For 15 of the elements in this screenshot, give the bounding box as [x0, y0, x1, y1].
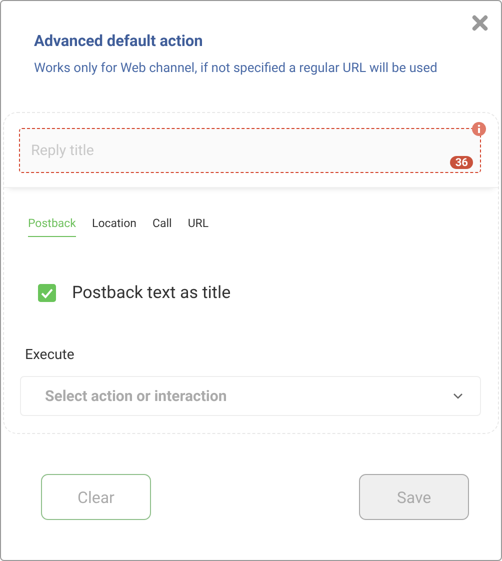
checkbox-label: Postback text as title [72, 283, 231, 303]
tab[interactable]: URL [188, 216, 209, 237]
dialog-subtitle: Works only for Web channel, if not specified a regular URL will be used [34, 61, 438, 76]
clear-button[interactable]: Clear [41, 474, 151, 520]
close-icon[interactable] [472, 15, 488, 31]
action-select[interactable]: Select action or interaction [20, 376, 481, 416]
tab[interactable]: Call [152, 216, 172, 237]
tab[interactable]: Location [92, 216, 136, 237]
tab[interactable]: Postback [28, 216, 76, 237]
dialog-title: Advanced default action [34, 32, 204, 50]
info-icon [472, 122, 486, 136]
caret-icon [453, 393, 463, 399]
character-counter: 36 [450, 156, 473, 169]
checkbox[interactable] [38, 284, 56, 302]
execute-label: Execute [25, 347, 76, 363]
